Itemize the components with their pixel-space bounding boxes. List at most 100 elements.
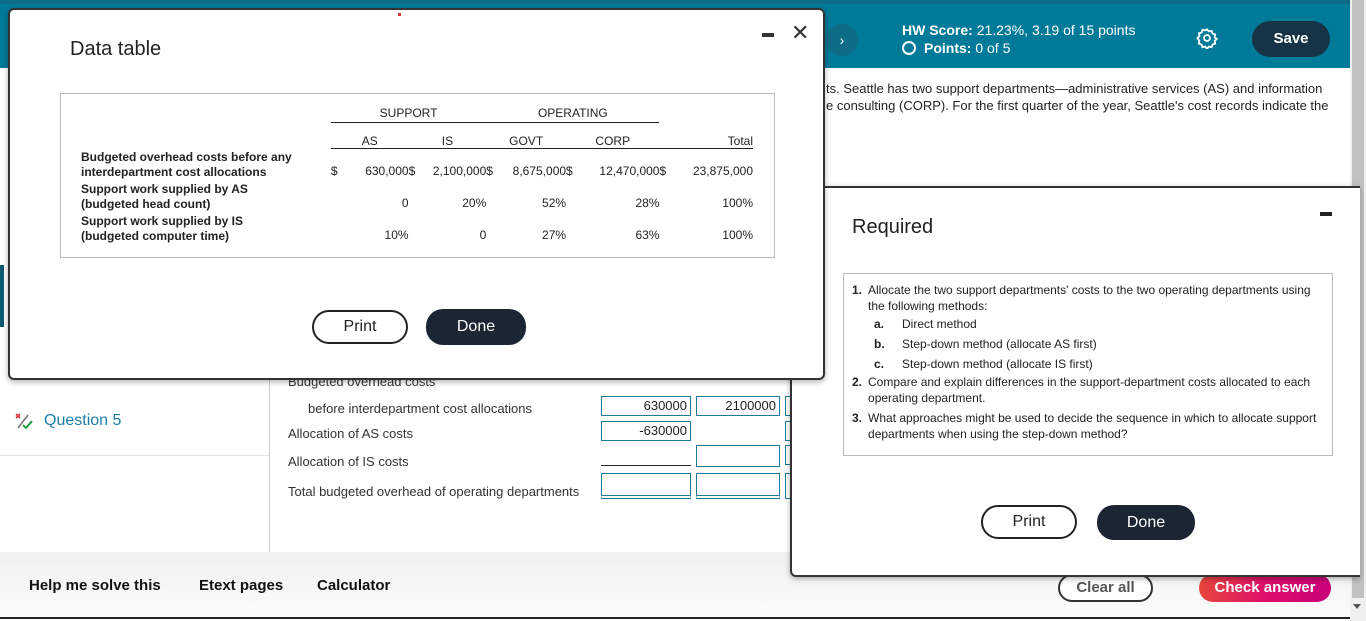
is-costs-input[interactable]: 2100000	[696, 396, 780, 416]
scroll-down-arrow-icon[interactable]	[1353, 604, 1361, 609]
divider	[269, 380, 270, 552]
modal-title: Data table	[70, 38, 162, 60]
minimize-icon[interactable]	[1320, 212, 1332, 216]
row-label-line: interdepartment cost allocations	[81, 165, 267, 179]
item-number: 2.	[852, 375, 863, 389]
as-costs-input[interactable]: 630000	[601, 396, 691, 416]
row-label: Budgeted overhead costs before any interd…	[81, 148, 331, 180]
question-text-line: ts. Seattle has two support departments—…	[826, 81, 1323, 96]
cell-value: 52%	[542, 196, 567, 210]
currency-symbol	[409, 180, 424, 212]
row-label: Total budgeted overhead of operating dep…	[288, 484, 580, 499]
required-list: 1. Allocate the two support departments' …	[843, 273, 1333, 456]
cell-value: 28%	[635, 196, 660, 210]
currency-symbol	[409, 212, 424, 244]
done-button[interactable]: Done	[426, 309, 526, 345]
sub-letter: c.	[874, 357, 885, 371]
cell-value: 0	[479, 228, 487, 242]
row-label-line: Support work supplied by AS	[81, 182, 248, 196]
data-table: SUPPORT OPERATING AS IS GOVT CORP Total B…	[81, 104, 753, 244]
item-number: 1.	[852, 283, 863, 297]
question-text: ts. Seattle has two support departments—…	[826, 80, 1350, 114]
item-text: Compare and explain differences in the s…	[868, 375, 1311, 405]
currency-symbol: $	[330, 164, 338, 178]
question-label: Question 5	[44, 412, 122, 429]
sub-letter: a.	[874, 317, 885, 331]
cell-value: 630,000	[365, 164, 409, 178]
chevron-right-icon: ›	[839, 32, 845, 48]
save-button[interactable]: Save	[1252, 21, 1330, 57]
row-label-line: (budgeted computer time)	[81, 229, 230, 243]
points-circle-icon	[902, 41, 916, 55]
partial-credit-icon	[15, 413, 33, 430]
currency-symbol	[659, 212, 674, 244]
row-label: before interdepartment cost allocations	[308, 401, 533, 416]
row-label: Allocation of IS costs	[288, 454, 409, 469]
currency-symbol	[659, 180, 674, 212]
row-label-line: Support work supplied by IS	[81, 214, 244, 228]
indicator-dot	[398, 13, 401, 16]
sub-text: Step-down method (allocate IS first)	[902, 357, 1093, 371]
done-button[interactable]: Done	[1097, 505, 1195, 540]
sidebar-item-question-5[interactable]: Question 5	[14, 412, 121, 430]
required-modal: Required 1. Allocate the two support depa…	[790, 186, 1360, 577]
sub-letter: b.	[874, 337, 885, 351]
cell-value: 10%	[384, 228, 409, 242]
modal-title: Required	[852, 216, 934, 238]
points-value: 0 of 5	[975, 40, 1011, 56]
cell-value: 0	[401, 196, 409, 210]
item-text: What approaches might be used to decide …	[868, 411, 1317, 441]
currency-symbol: $	[486, 164, 493, 178]
print-button[interactable]: Print	[312, 310, 408, 344]
data-table-frame: SUPPORT OPERATING AS IS GOVT CORP Total B…	[60, 93, 775, 258]
sub-text: Step-down method (allocate AS first)	[902, 337, 1097, 351]
calculator-link[interactable]: Calculator	[317, 577, 390, 594]
cell-value: 100%	[722, 228, 753, 242]
close-icon[interactable]: ✕	[791, 20, 809, 46]
group-header-operating: OPERATING	[486, 104, 660, 123]
cell-value: 2,100,000	[432, 164, 487, 178]
cell-value: 8,675,000	[512, 164, 567, 178]
clear-all-button[interactable]: Clear all	[1058, 574, 1153, 602]
is-allocation-is-input[interactable]	[696, 445, 780, 467]
row-label-line: (budgeted head count)	[81, 197, 211, 211]
hw-score: HW Score: 21.23%, 3.19 of 15 points Poin…	[902, 21, 1135, 57]
cell-value: 23,875,000	[692, 164, 753, 178]
next-button[interactable]: ›	[826, 24, 858, 56]
currency-symbol	[486, 180, 501, 212]
column-header: AS	[330, 122, 409, 149]
item-text: Allocate the two support departments' co…	[868, 283, 1311, 313]
column-header: IS	[408, 122, 487, 149]
question-text-line: e consulting (CORP). For the first quart…	[826, 98, 1329, 113]
etext-pages-link[interactable]: Etext pages	[199, 577, 283, 594]
currency-symbol: $	[566, 164, 573, 178]
currency-symbol: $	[408, 164, 416, 178]
currency-symbol	[486, 212, 501, 244]
hw-score-value: 21.23%, 3.19 of 15 points	[976, 22, 1136, 38]
row-label-line: Budgeted overhead costs before any	[81, 150, 292, 164]
cell-value: 63%	[635, 228, 660, 242]
hw-score-label: HW Score:	[902, 22, 973, 38]
cell-value: 27%	[542, 228, 567, 242]
as-total-input[interactable]	[601, 473, 691, 499]
as-allocation-as-input[interactable]: -630000	[601, 421, 691, 441]
column-header: CORP	[566, 122, 660, 149]
print-button[interactable]: Print	[981, 505, 1077, 539]
currency-symbol	[331, 212, 346, 244]
row-label: Support work supplied by IS (budgeted com…	[81, 212, 331, 244]
column-header: GOVT	[486, 122, 567, 149]
gear-icon[interactable]	[1196, 27, 1219, 51]
currency-symbol	[331, 180, 346, 212]
is-total-input[interactable]	[696, 473, 780, 499]
current-question-indicator	[0, 265, 4, 327]
cell-value: 12,470,000	[599, 164, 660, 178]
table-row: Support work supplied by IS (budgeted com…	[81, 212, 753, 244]
table-row: Budgeted overhead costs before any interd…	[81, 148, 753, 180]
minimize-icon[interactable]	[762, 33, 774, 37]
help-me-solve-this-link[interactable]: Help me solve this	[29, 577, 161, 594]
sub-text: Direct method	[902, 317, 977, 331]
table-row: Support work supplied by AS (budgeted hea…	[81, 180, 753, 212]
divider	[0, 455, 269, 456]
check-answer-button[interactable]: Check answer	[1199, 574, 1331, 602]
data-table-modal: Data table ✕ SUPPORT OPERATING AS IS GOVT…	[8, 8, 825, 380]
